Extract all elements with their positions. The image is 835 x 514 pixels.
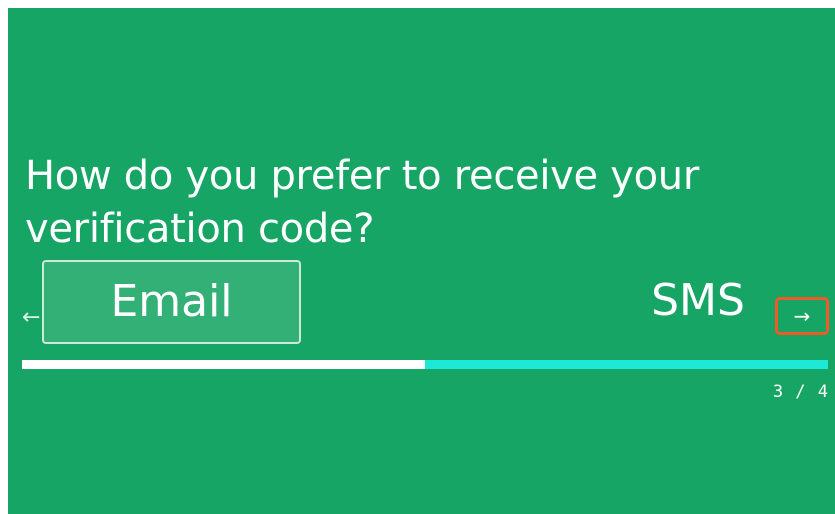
question-text: How do you prefer to receive your verifi…: [25, 153, 699, 252]
next-button[interactable]: →: [775, 297, 829, 335]
progress-bar: [22, 360, 828, 369]
arrow-right-icon: →: [793, 304, 811, 328]
progress-bar-fill: [22, 360, 425, 369]
page-counter: 3 / 4: [772, 382, 829, 402]
arrow-left-icon: ←: [22, 305, 41, 330]
option-email-button[interactable]: Email: [42, 260, 301, 344]
option-sms-button[interactable]: SMS: [628, 266, 768, 336]
survey-panel: How do you prefer to receive your verifi…: [8, 8, 835, 514]
